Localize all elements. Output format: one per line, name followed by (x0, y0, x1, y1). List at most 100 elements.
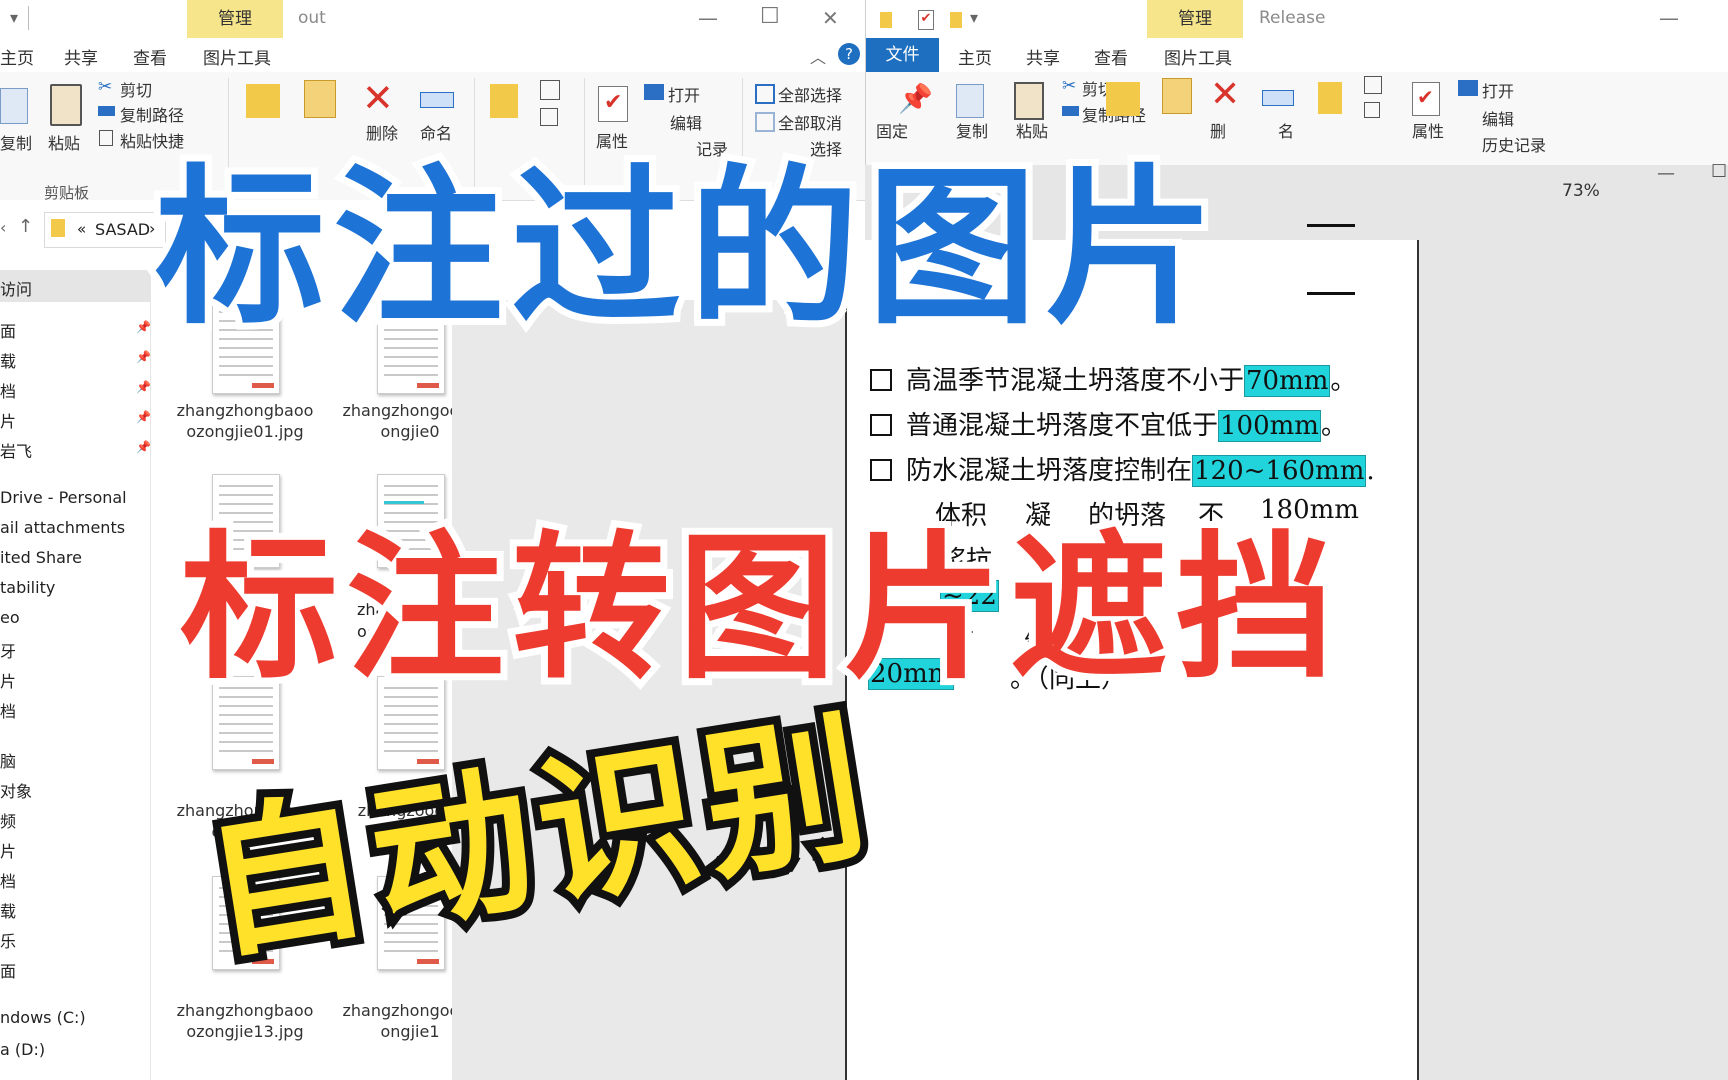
doc-line: 高温季节混凝土坍落度不小于70mm。 (870, 360, 1356, 397)
thumbnail-line (384, 356, 438, 358)
tab-file[interactable]: 文件 (866, 38, 939, 72)
viewer-maximize-button[interactable]: ☐ (1711, 161, 1727, 182)
nav-item[interactable]: 乐 (0, 928, 16, 952)
nav-item[interactable]: 对象 (0, 778, 32, 802)
nav-item[interactable]: ndows (C:) (0, 1008, 86, 1027)
tab-home[interactable]: 主页 (958, 44, 992, 69)
quick-access-dropdown-icon[interactable]: ▾ (970, 8, 978, 27)
nav-item[interactable]: 档 (0, 698, 16, 722)
tab-share[interactable]: 共享 (1026, 44, 1060, 69)
new-item-icon[interactable] (1364, 76, 1382, 94)
tab-share[interactable]: 共享 (64, 44, 98, 69)
nav-item[interactable]: 岩飞 (0, 438, 32, 462)
file-name[interactable]: zhangzhongbaooozongjie01.jpg (175, 400, 315, 442)
thumbnail-line (219, 356, 273, 358)
nav-item[interactable]: tability (0, 578, 55, 597)
nav-item[interactable]: 面 (0, 958, 16, 982)
paste-button[interactable]: 粘贴 (48, 130, 80, 154)
doc-line-end: . (1366, 456, 1375, 486)
nav-item[interactable]: 片 (0, 668, 16, 692)
quick-access-dropdown-icon[interactable]: ▾ (10, 8, 18, 27)
thumbnail-line (219, 374, 273, 376)
tab-view[interactable]: 查看 (1094, 44, 1128, 69)
cut-button[interactable]: 剪切 (120, 77, 152, 101)
nav-item[interactable]: 牙 (0, 638, 16, 662)
doc-line: 普通混凝土坍落度不宜低于100mm。 (870, 405, 1347, 442)
copy-button[interactable]: 复制 (0, 130, 32, 154)
zoom-level: 73% (1562, 181, 1600, 201)
open-icon (644, 84, 664, 100)
select-all-button[interactable]: 全部选择 (778, 82, 842, 106)
nav-item[interactable]: 面 (0, 318, 16, 342)
help-icon[interactable]: ? (838, 43, 860, 65)
easy-access-icon[interactable] (1364, 102, 1380, 118)
folder-icon (880, 12, 892, 28)
properties-quick-icon[interactable]: ✔ (918, 10, 934, 30)
pin-icon[interactable]: 📌 (136, 410, 151, 424)
nav-item[interactable]: Drive - Personal (0, 488, 127, 507)
new-folder-quick-icon[interactable] (950, 12, 962, 28)
pin-icon[interactable]: 📌 (136, 380, 151, 394)
tab-manage[interactable]: 管理 (1147, 0, 1243, 38)
nav-item[interactable]: 脑 (0, 748, 16, 772)
nav-quick-access[interactable]: 访问 (0, 270, 150, 302)
history-button[interactable]: 历史记录 (1482, 132, 1546, 156)
divider (28, 6, 29, 30)
nav-item[interactable]: 载 (0, 898, 16, 922)
doc-line-end: 。 (1330, 366, 1357, 396)
copy-path-icon (98, 106, 115, 116)
window-title: out (298, 8, 326, 28)
tab-manage[interactable]: 管理 (187, 0, 283, 38)
tab-home[interactable]: 主页 (0, 44, 34, 69)
new-item-icon[interactable] (540, 80, 560, 100)
folder-icon (51, 219, 65, 237)
edit-button[interactable]: 编辑 (1482, 106, 1514, 130)
nav-item[interactable]: a (D:) (0, 1040, 45, 1059)
copy-to-icon[interactable] (1162, 78, 1192, 114)
properties-button[interactable]: 属性 (1412, 118, 1444, 142)
path-segment[interactable]: SASAD (95, 220, 150, 239)
viewer-minimize-button[interactable]: — (1657, 163, 1675, 184)
file-name[interactable]: zhangzhongbaooozongjie13.jpg (175, 1000, 315, 1042)
thumbnail-line (219, 732, 273, 734)
open-button[interactable]: 打开 (668, 82, 700, 106)
maximize-button[interactable]: ☐ (760, 4, 780, 29)
collapse-ribbon-icon[interactable]: ︿ (810, 44, 826, 68)
nav-quick-access-label: 访问 (0, 280, 33, 299)
nav-item[interactable]: eo (0, 608, 20, 627)
window-title: Release (1259, 8, 1326, 28)
up-arrow-icon[interactable]: ↑ (18, 216, 33, 237)
tab-view[interactable]: 查看 (133, 44, 167, 69)
rename-button[interactable]: 名 (1278, 118, 1294, 142)
tab-picture-tools[interactable]: 图片工具 (1164, 44, 1232, 69)
back-icon[interactable]: ‹ (0, 218, 6, 237)
doc-line-text: 高温季节混凝土坍落度不小于 (906, 366, 1245, 396)
nav-item[interactable]: 片 (0, 408, 16, 432)
minimize-button[interactable]: — (698, 6, 718, 30)
nav-item[interactable]: 载 (0, 348, 16, 372)
new-folder-icon[interactable] (1318, 82, 1342, 114)
checkbox-icon (870, 414, 892, 436)
delete-icon: ✕ (1210, 74, 1241, 115)
pin-icon[interactable]: 📌 (136, 320, 151, 334)
thumbnail-line (384, 374, 438, 376)
open-icon (1458, 80, 1478, 96)
doc-highlight: 100mm (1218, 410, 1321, 442)
nav-item[interactable]: ail attachments (0, 518, 125, 537)
nav-item[interactable]: 频 (0, 808, 16, 832)
nav-item[interactable]: 档 (0, 868, 16, 892)
nav-item[interactable]: 档 (0, 378, 16, 402)
nav-item[interactable]: 片 (0, 838, 16, 862)
nav-item[interactable]: ited Share (0, 548, 82, 567)
close-button[interactable]: ✕ (822, 6, 839, 30)
thumbnail-line (219, 723, 273, 725)
minimize-button[interactable]: — (1659, 6, 1679, 30)
tab-picture-tools[interactable]: 图片工具 (203, 44, 271, 69)
open-button[interactable]: 打开 (1482, 78, 1514, 102)
pin-icon[interactable]: 📌 (136, 350, 151, 364)
address-field[interactable]: « SASAD › (44, 212, 166, 248)
paste-shortcut-icon (99, 130, 113, 146)
pin-icon[interactable]: 📌 (136, 440, 151, 454)
copy-icon (0, 88, 28, 124)
thumbnail-line (219, 741, 273, 743)
